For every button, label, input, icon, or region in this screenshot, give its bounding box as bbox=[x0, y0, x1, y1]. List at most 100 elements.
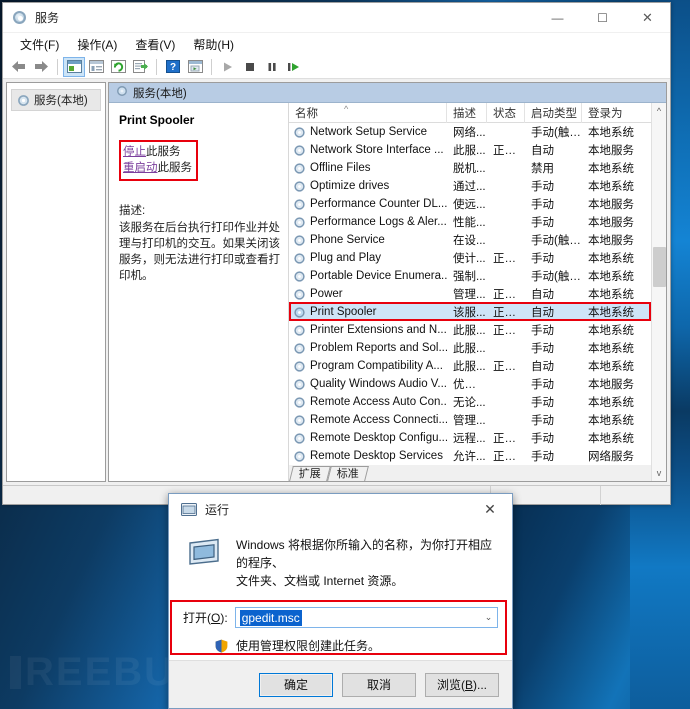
restart-service-suffix: 此服务 bbox=[157, 162, 193, 174]
service-status-cell: 正在... bbox=[493, 145, 525, 157]
service-name-label: Phone Service bbox=[310, 234, 385, 246]
service-description-cell: 脱机... bbox=[453, 163, 486, 175]
table-row[interactable]: Phone Service 在设... 手动(触发... 本地服务 bbox=[289, 231, 651, 249]
tab-standard[interactable]: 标准 bbox=[327, 466, 369, 481]
services-gear-icon bbox=[293, 216, 306, 229]
service-logon-cell: 本地系统 bbox=[588, 361, 634, 373]
services-gear-icon bbox=[293, 306, 306, 319]
table-row[interactable]: Remote Access Auto Con... 无论... 手动 本地系统 bbox=[289, 393, 651, 411]
tree-pane: 服务(本地) bbox=[6, 82, 106, 482]
service-name-label: Remote Access Auto Con... bbox=[310, 396, 447, 408]
column-header-description[interactable]: 描述 bbox=[447, 102, 487, 123]
list-rows-container: Network Setup Service网络...手动(触发...本地系统 Ne… bbox=[289, 123, 651, 465]
restart-service-icon[interactable] bbox=[283, 57, 305, 77]
properties-icon[interactable] bbox=[85, 57, 107, 77]
scroll-up-icon[interactable]: ^ bbox=[652, 103, 667, 119]
pane-header: 服务(本地) bbox=[109, 83, 666, 103]
table-row[interactable]: Problem Reports and Sol... 此服... 手动 本地系统 bbox=[289, 339, 651, 357]
service-startup-type-cell: 自动 bbox=[531, 307, 554, 319]
run-command-input[interactable]: gpedit.msc ⌄ bbox=[234, 607, 498, 628]
minimize-button[interactable]: — bbox=[535, 3, 580, 33]
stop-service-action[interactable]: 停止此服务 bbox=[123, 144, 192, 160]
column-header-logon-as[interactable]: 登录为 bbox=[582, 103, 634, 123]
service-name-cell: Network Store Interface ... bbox=[289, 144, 447, 157]
menu-action[interactable]: 操作(A) bbox=[68, 34, 126, 55]
ok-button[interactable]: 确定 bbox=[259, 672, 333, 697]
services-gear-icon bbox=[293, 144, 306, 157]
table-row[interactable]: Performance Counter DL... 使远... 手动 本地服务 bbox=[289, 195, 651, 213]
service-startup-type-cell: 手动(触发... bbox=[531, 235, 582, 247]
service-status-cell: 正在... bbox=[493, 361, 525, 373]
export-list-icon[interactable] bbox=[129, 57, 151, 77]
service-description-cell: 该服... bbox=[453, 307, 486, 319]
menu-file[interactable]: 文件(F) bbox=[11, 34, 68, 55]
table-row[interactable]: Remote Access Connecti... 管理... 手动 本地系统 bbox=[289, 411, 651, 429]
help-icon[interactable]: ? bbox=[162, 57, 184, 77]
cancel-button[interactable]: 取消 bbox=[342, 672, 416, 697]
scrollbar-thumb[interactable] bbox=[652, 247, 666, 287]
tree-node-services-local[interactable]: 服务(本地) bbox=[11, 89, 101, 111]
maximize-button[interactable]: ☐ bbox=[580, 3, 625, 33]
table-row[interactable]: Portable Device Enumera... 强制... 手动(触发... 本… bbox=[289, 267, 651, 285]
table-row[interactable]: Optimize drives 通过... 手动 本地系统 bbox=[289, 177, 651, 195]
stop-service-icon[interactable] bbox=[239, 57, 261, 77]
table-row[interactable]: Remote Desktop Services 允许... 正在... 手动 网络服务 bbox=[289, 447, 651, 465]
column-header-startup-type[interactable]: 启动类型 bbox=[525, 102, 582, 123]
forward-arrow-icon[interactable] bbox=[30, 57, 52, 77]
service-logon-cell: 本地系统 bbox=[588, 325, 634, 337]
start-service-icon[interactable] bbox=[217, 57, 239, 77]
service-name-label: Program Compatibility A... bbox=[310, 360, 443, 372]
tab-extended[interactable]: 扩展 bbox=[289, 466, 331, 481]
service-startup-type-cell: 手动 bbox=[531, 325, 554, 337]
table-row[interactable]: Network Store Interface ... 此服... 正在... 自动 本… bbox=[289, 141, 651, 159]
table-row[interactable]: Program Compatibility A... 此服... 正在... 自动 本地… bbox=[289, 357, 651, 375]
table-row[interactable]: Power 管理... 正在... 自动 本地系统 bbox=[289, 285, 651, 303]
service-name-cell: Phone Service bbox=[289, 234, 447, 247]
console-icon[interactable] bbox=[184, 57, 206, 77]
table-row[interactable]: Offline Files 脱机... 禁用 本地系统 bbox=[289, 159, 651, 177]
service-name-cell: Print Spooler bbox=[289, 306, 447, 319]
service-startup-type-cell: 手动 bbox=[531, 181, 554, 193]
table-row[interactable]: Print Spooler 该服... 正在... 自动 本地系统 bbox=[289, 303, 651, 321]
browse-button[interactable]: 浏览(B)... bbox=[425, 672, 499, 697]
menu-view[interactable]: 查看(V) bbox=[126, 34, 184, 55]
service-startup-type-cell: 手动 bbox=[531, 451, 554, 463]
table-row[interactable]: Printer Extensions and N... 此服... 正在... 手动 本… bbox=[289, 321, 651, 339]
service-description-cell: 允许... bbox=[453, 451, 486, 463]
service-description-cell: 强制... bbox=[453, 271, 486, 283]
status-segment-2 bbox=[600, 485, 670, 505]
restart-service-link[interactable]: 重启动 bbox=[123, 162, 158, 174]
column-header-name-label: 名称 bbox=[295, 107, 318, 120]
service-startup-type-cell: 自动 bbox=[531, 145, 554, 157]
service-logon-cell: 本地服务 bbox=[588, 217, 634, 229]
run-dialog-close-icon[interactable]: ✕ bbox=[468, 494, 512, 524]
scroll-down-icon[interactable]: v bbox=[652, 465, 667, 481]
table-row[interactable]: Performance Logs & Aler... 性能... 手动 本地服务 bbox=[289, 213, 651, 231]
restart-service-action[interactable]: 重启动此服务 bbox=[123, 160, 192, 176]
refresh-icon[interactable] bbox=[107, 57, 129, 77]
service-logon-cell: 本地服务 bbox=[588, 235, 634, 247]
services-gear-icon bbox=[293, 342, 306, 355]
list-scrollbar[interactable]: ^ v bbox=[651, 103, 666, 481]
column-header-name[interactable]: 名称 ^ bbox=[289, 102, 447, 123]
detail-pane: 服务(本地) Print Spooler 停止此服务 重启动此服务 描述: 该服… bbox=[108, 82, 667, 482]
chevron-down-icon[interactable]: ⌄ bbox=[480, 608, 497, 627]
pause-service-icon[interactable] bbox=[261, 57, 283, 77]
service-description-cell: 此服... bbox=[453, 325, 486, 337]
menu-help[interactable]: 帮助(H) bbox=[184, 34, 243, 55]
show-tree-icon[interactable] bbox=[63, 56, 85, 77]
table-row[interactable]: Remote Desktop Configu... 远程... 正在... 手动 本地系… bbox=[289, 429, 651, 447]
run-dialog-description: Windows 将根据你所输入的名称，为你打开相应的程序、 文件夹、文档或 In… bbox=[236, 536, 498, 590]
stop-service-link[interactable]: 停止 bbox=[123, 146, 146, 158]
table-row[interactable]: Quality Windows Audio V... 优质 ... 手动 本地服务 bbox=[289, 375, 651, 393]
service-name-cell: Remote Desktop Configu... bbox=[289, 432, 447, 445]
scrollbar-track[interactable] bbox=[652, 119, 667, 465]
close-button[interactable]: ✕ bbox=[625, 3, 670, 33]
table-row[interactable]: Plug and Play 使计... 正在... 手动 本地系统 bbox=[289, 249, 651, 267]
service-startup-type-cell: 手动 bbox=[531, 217, 554, 229]
column-header-status[interactable]: 状态 bbox=[487, 102, 525, 123]
back-arrow-icon[interactable] bbox=[8, 57, 30, 77]
service-logon-cell: 本地系统 bbox=[588, 127, 634, 139]
services-gear-icon bbox=[293, 270, 306, 283]
table-row[interactable]: Network Setup Service 网络... 手动(触发... 本地系统 bbox=[289, 123, 651, 141]
